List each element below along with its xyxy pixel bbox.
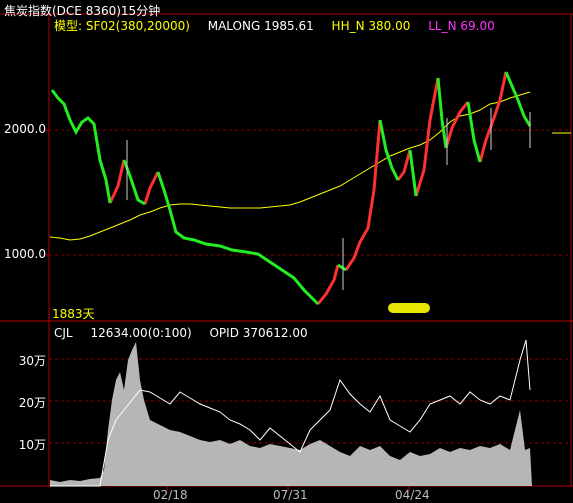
cjl-label: CJL bbox=[54, 326, 73, 340]
price-up-segments bbox=[108, 71, 508, 305]
date-label-3: 04/24 bbox=[395, 488, 430, 502]
cjl-value: 12634.00(0:100) bbox=[90, 326, 192, 340]
chart-canvas[interactable] bbox=[0, 0, 573, 503]
volume-label-30: 30万 bbox=[18, 354, 46, 368]
volume-label-20: 20万 bbox=[18, 396, 46, 410]
days-label: 1883天 bbox=[52, 307, 95, 321]
price-wicks bbox=[126, 108, 531, 290]
volume-label-10: 10万 bbox=[18, 438, 46, 452]
price-label-2000: 2000.0 bbox=[4, 122, 46, 136]
malong-label: MALONG 1985.61 bbox=[207, 19, 314, 33]
volume-legend: CJL 12634.00(0:100) OPID 370612.00 bbox=[54, 326, 322, 340]
volume-bars bbox=[50, 342, 532, 486]
hh-n-label: HH_N 380.00 bbox=[331, 19, 411, 33]
opid-label: OPID 370612.00 bbox=[209, 326, 308, 340]
indicator-legend: 模型: SF02(380,20000) MALONG 1985.61 HH_N … bbox=[54, 17, 509, 34]
model-label: 模型: SF02(380,20000) bbox=[54, 19, 190, 33]
price-label-1000: 1000.0 bbox=[4, 247, 46, 261]
price-down-segments bbox=[50, 71, 532, 306]
ll-n-label: LL_N 69.00 bbox=[428, 19, 495, 33]
date-label-1: 02/18 bbox=[153, 488, 188, 502]
date-label-2: 07/31 bbox=[273, 488, 308, 502]
scroll-indicator[interactable] bbox=[388, 303, 430, 313]
